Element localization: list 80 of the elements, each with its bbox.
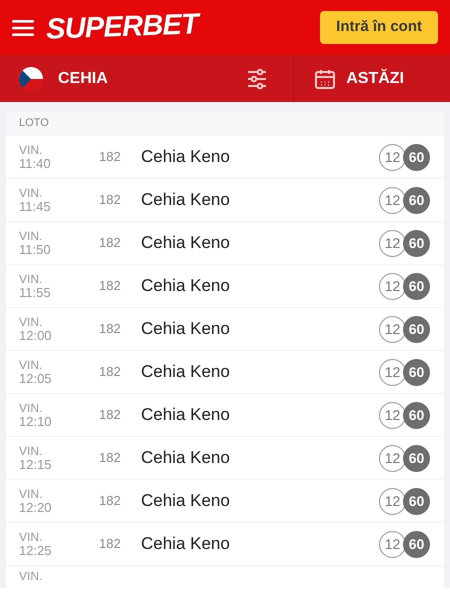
menu-icon[interactable] (12, 20, 34, 36)
event-row[interactable]: VIN. 11:50 182 Cehia Keno 12 60 (6, 222, 444, 264)
day-label: VIN. (19, 186, 44, 200)
event-row[interactable]: VIN. 12:15 182 Cehia Keno 12 60 (6, 437, 444, 479)
day-label: VIN. (19, 444, 44, 458)
login-button[interactable]: Intră în cont (320, 11, 438, 44)
day-label: VIN. (19, 143, 44, 157)
total-count-badge: 60 (403, 530, 430, 558)
section-title: LOTO (19, 116, 49, 132)
calendar-icon[interactable] (314, 68, 336, 90)
event-name: Cehia Keno (141, 533, 230, 556)
time-label: 12:15 (19, 458, 53, 472)
event-row[interactable]: VIN. 12:20 182 Cehia Keno 12 60 (6, 480, 444, 522)
total-count-badge: 60 (403, 272, 430, 300)
total-count-badge: 60 (403, 186, 430, 214)
total-count-badge: 60 (403, 444, 430, 472)
time-label: 12:25 (19, 544, 53, 558)
time-label: 12:20 (19, 501, 53, 515)
filter-icon[interactable] (247, 68, 268, 90)
time-label: 11:45 (19, 200, 52, 214)
event-number: 182 (99, 449, 122, 468)
event-number: 182 (99, 535, 122, 554)
logo[interactable]: SUPERBET (45, 3, 199, 52)
event-row[interactable]: VIN. 12:05 182 Cehia Keno 12 60 (6, 351, 444, 393)
total-count-badge: 60 (403, 488, 430, 514)
event-number: 182 (99, 148, 122, 166)
event-number: 182 (99, 234, 122, 252)
pick-count-badge: 12 (379, 402, 406, 428)
pick-count-badge: 12 (379, 186, 406, 214)
event-name: Cehia Keno (141, 490, 230, 512)
pick-count-badge: 12 (379, 444, 406, 472)
pick-count-badge: 12 (379, 272, 406, 300)
total-count-badge: 60 (403, 402, 430, 428)
event-name: Cehia Keno (141, 146, 230, 168)
day-label: VIN. (19, 530, 44, 544)
day-label: VIN. (19, 272, 44, 286)
time-label: 12:05 (19, 372, 53, 386)
event-number: 182 (99, 191, 122, 210)
event-name: Cehia Keno (141, 275, 230, 298)
event-number: 182 (99, 277, 122, 296)
time-label: 12:10 (19, 415, 53, 429)
event-number: 182 (99, 320, 122, 338)
date-label[interactable]: ASTĂZI (346, 66, 404, 90)
czech-flag-icon[interactable] (18, 66, 44, 92)
pick-count-badge: 12 (379, 144, 406, 170)
event-name: Cehia Keno (141, 318, 230, 340)
day-label: VIN. (19, 569, 44, 583)
total-count-badge: 60 (403, 144, 430, 170)
event-name: Cehia Keno (141, 361, 230, 384)
day-label: VIN. (19, 229, 44, 243)
event-row[interactable]: VIN. 12:25 182 Cehia Keno 12 60 (6, 523, 444, 565)
event-row[interactable]: VIN. 12:00 182 Cehia Keno 12 60 (6, 308, 444, 350)
day-label: VIN. (19, 487, 44, 501)
event-row[interactable]: VIN. 11:45 182 Cehia Keno 12 60 (6, 179, 444, 221)
time-label: 11:50 (19, 243, 52, 257)
pick-count-badge: 12 (379, 488, 406, 514)
time-label: 11:40 (19, 157, 52, 171)
event-name: Cehia Keno (141, 404, 230, 426)
total-count-badge: 60 (403, 316, 430, 342)
event-name: Cehia Keno (141, 447, 230, 470)
event-number: 182 (99, 492, 122, 510)
event-number: 182 (99, 406, 122, 424)
time-label: 12:00 (19, 329, 53, 343)
time-label: 11:55 (19, 286, 52, 300)
pick-count-badge: 12 (379, 358, 406, 386)
total-count-badge: 60 (403, 358, 430, 386)
event-number: 182 (99, 363, 122, 382)
pick-count-badge: 12 (379, 316, 406, 342)
event-row[interactable]: VIN. 11:55 182 Cehia Keno 12 60 (6, 265, 444, 307)
day-label: VIN. (19, 401, 44, 415)
event-row[interactable]: VIN. 12:10 182 Cehia Keno 12 60 (6, 394, 444, 436)
pick-count-badge: 12 (379, 230, 406, 256)
pick-count-badge: 12 (379, 530, 406, 558)
country-label[interactable]: CEHIA (58, 66, 108, 90)
event-name: Cehia Keno (141, 189, 230, 212)
total-count-badge: 60 (403, 230, 430, 256)
day-label: VIN. (19, 315, 44, 329)
day-label: VIN. (19, 358, 44, 372)
event-name: Cehia Keno (141, 232, 230, 254)
event-row[interactable]: VIN. 11:40 182 Cehia Keno 12 60 (6, 136, 444, 178)
